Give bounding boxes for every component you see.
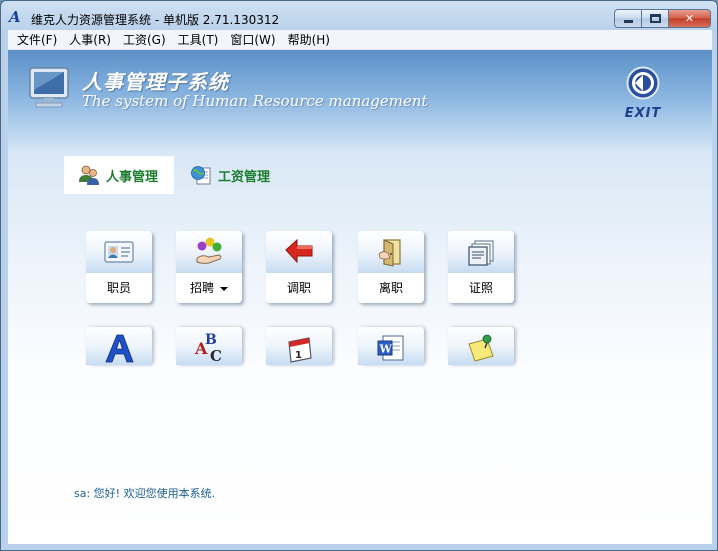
tile-note[interactable] (448, 327, 514, 365)
tile-certificate-label: 证照 (468, 281, 493, 295)
module-tabs: 人事管理 工资管理 (64, 156, 286, 196)
sticky-note-pin-icon (468, 334, 494, 362)
app-window: A 维克人力资源管理系统 - 单机版 2.71.130312 ✕ 文件(F) 人… (0, 0, 718, 551)
abc-icon: A B C (194, 332, 222, 364)
status-message: sa: 您好! 欢迎您使用本系统. (74, 487, 216, 500)
tile-certificate[interactable]: 证照 (448, 231, 514, 303)
tile-recruit[interactable]: 招聘 (176, 231, 242, 303)
svg-text:C: C (210, 347, 222, 364)
menu-tools[interactable]: 工具(T) (172, 30, 225, 50)
svg-text:W: W (379, 343, 393, 356)
chevron-down-icon[interactable] (220, 286, 228, 291)
exit-label: EXIT (624, 106, 662, 121)
tile-letter-a[interactable] (86, 327, 152, 365)
tile-resign-label: 离职 (378, 281, 403, 295)
window-title: 维克人力资源管理系统 - 单机版 2.71.130312 (31, 13, 280, 27)
monitor-icon (29, 67, 69, 108)
header-banner: 人事管理子系统 The system of Human Resource man… (8, 50, 712, 154)
globe-document-icon (191, 166, 211, 185)
menu-window[interactable]: 窗口(W) (224, 30, 281, 50)
blue-letter-a-icon (105, 334, 134, 363)
minimize-icon (623, 20, 633, 23)
banner-subtitle: The system of Human Resource management (82, 92, 428, 110)
menu-salary[interactable]: 工资(G) (117, 30, 172, 50)
banner-title: 人事管理子系统 (82, 70, 229, 94)
users-icon (79, 165, 99, 185)
menu-bar: 文件(F) 人事(R) 工资(G) 工具(T) 窗口(W) 帮助(H) (8, 30, 712, 50)
tile-abc[interactable]: A B C (176, 327, 242, 365)
certificate-stack-icon (468, 240, 494, 266)
tile-transfer-label: 调职 (286, 281, 311, 295)
maximize-button[interactable] (641, 9, 668, 28)
tile-recruit-label: 招聘 (176, 279, 242, 296)
window-controls: ✕ (614, 9, 711, 28)
minimize-button[interactable] (614, 9, 641, 28)
title-bar[interactable]: A 维克人力资源管理系统 - 单机版 2.71.130312 ✕ (1, 1, 717, 33)
menu-file[interactable]: 文件(F) (11, 30, 63, 50)
door-exit-icon (378, 239, 401, 267)
tile-employee[interactable]: 职员 (86, 231, 152, 303)
power-exit-icon (626, 66, 660, 100)
tab-personnel[interactable]: 人事管理 (64, 156, 175, 194)
id-card-icon (104, 241, 134, 263)
tab-salary[interactable]: 工资管理 (176, 156, 286, 194)
tile-word[interactable]: W (358, 327, 424, 365)
tile-calendar[interactable]: 1 (266, 327, 332, 365)
calendar-icon: 1 (288, 337, 312, 363)
app-logo-icon: A (9, 8, 21, 26)
tile-recruit-text: 招聘 (189, 281, 214, 295)
tile-resign[interactable]: 离职 (358, 231, 424, 303)
balls-hand-icon (196, 237, 222, 264)
word-document-icon: W (377, 335, 404, 361)
client-area: 人事管理子系统 The system of Human Resource man… (8, 50, 712, 544)
close-icon: ✕ (684, 12, 695, 25)
red-arrow-icon (285, 238, 313, 264)
tab-personnel-label: 人事管理 (106, 169, 159, 185)
menu-help[interactable]: 帮助(H) (282, 30, 336, 50)
tile-employee-label: 职员 (106, 281, 131, 295)
svg-text:1: 1 (295, 350, 302, 361)
svg-text:B: B (205, 332, 217, 348)
tile-transfer[interactable]: 调职 (266, 231, 332, 303)
menu-personnel[interactable]: 人事(R) (63, 30, 117, 50)
exit-button[interactable]: EXIT (620, 66, 666, 126)
tab-salary-label: 工资管理 (218, 169, 271, 185)
maximize-icon (649, 14, 661, 23)
close-button[interactable]: ✕ (668, 9, 711, 28)
